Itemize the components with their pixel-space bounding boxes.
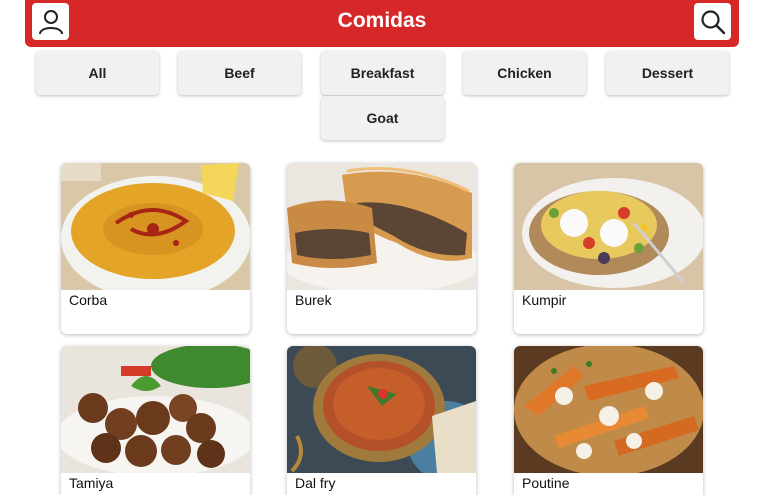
meal-photo bbox=[514, 163, 703, 290]
meal-name: Tamiya bbox=[69, 475, 114, 491]
meal-photo bbox=[61, 346, 250, 473]
meal-name: Corba bbox=[69, 292, 108, 308]
search-button[interactable] bbox=[694, 3, 731, 40]
filter-chicken-button[interactable]: Chicken bbox=[463, 51, 586, 95]
filter-beef-button[interactable]: Beef bbox=[178, 51, 301, 95]
meal-name: Burek bbox=[295, 292, 332, 308]
meal-name: Kumpir bbox=[522, 292, 567, 308]
meal-card-corba[interactable]: Corba bbox=[61, 163, 250, 334]
meal-photo bbox=[287, 163, 476, 290]
meal-name: Poutine bbox=[522, 475, 570, 491]
meal-photo bbox=[61, 163, 250, 290]
meal-photo bbox=[287, 346, 476, 473]
meal-photo bbox=[514, 346, 703, 473]
meal-card-dal-fry[interactable]: Dal fry bbox=[287, 346, 476, 495]
meal-card-burek[interactable]: Burek bbox=[287, 163, 476, 334]
filter-goat-button[interactable]: Goat bbox=[321, 96, 444, 140]
search-icon bbox=[700, 9, 725, 34]
filter-breakfast-button[interactable]: Breakfast bbox=[321, 51, 444, 95]
meal-name: Dal fry bbox=[295, 475, 336, 491]
meal-card-poutine[interactable]: Poutine bbox=[514, 346, 703, 495]
meal-card-tamiya[interactable]: Tamiya bbox=[61, 346, 250, 495]
app-header: Comidas bbox=[25, 0, 739, 47]
page-title: Comidas bbox=[337, 9, 427, 32]
filter-all-button[interactable]: All bbox=[36, 51, 159, 95]
meal-card-kumpir[interactable]: Kumpir bbox=[514, 163, 703, 334]
filter-dessert-button[interactable]: Dessert bbox=[606, 51, 729, 95]
